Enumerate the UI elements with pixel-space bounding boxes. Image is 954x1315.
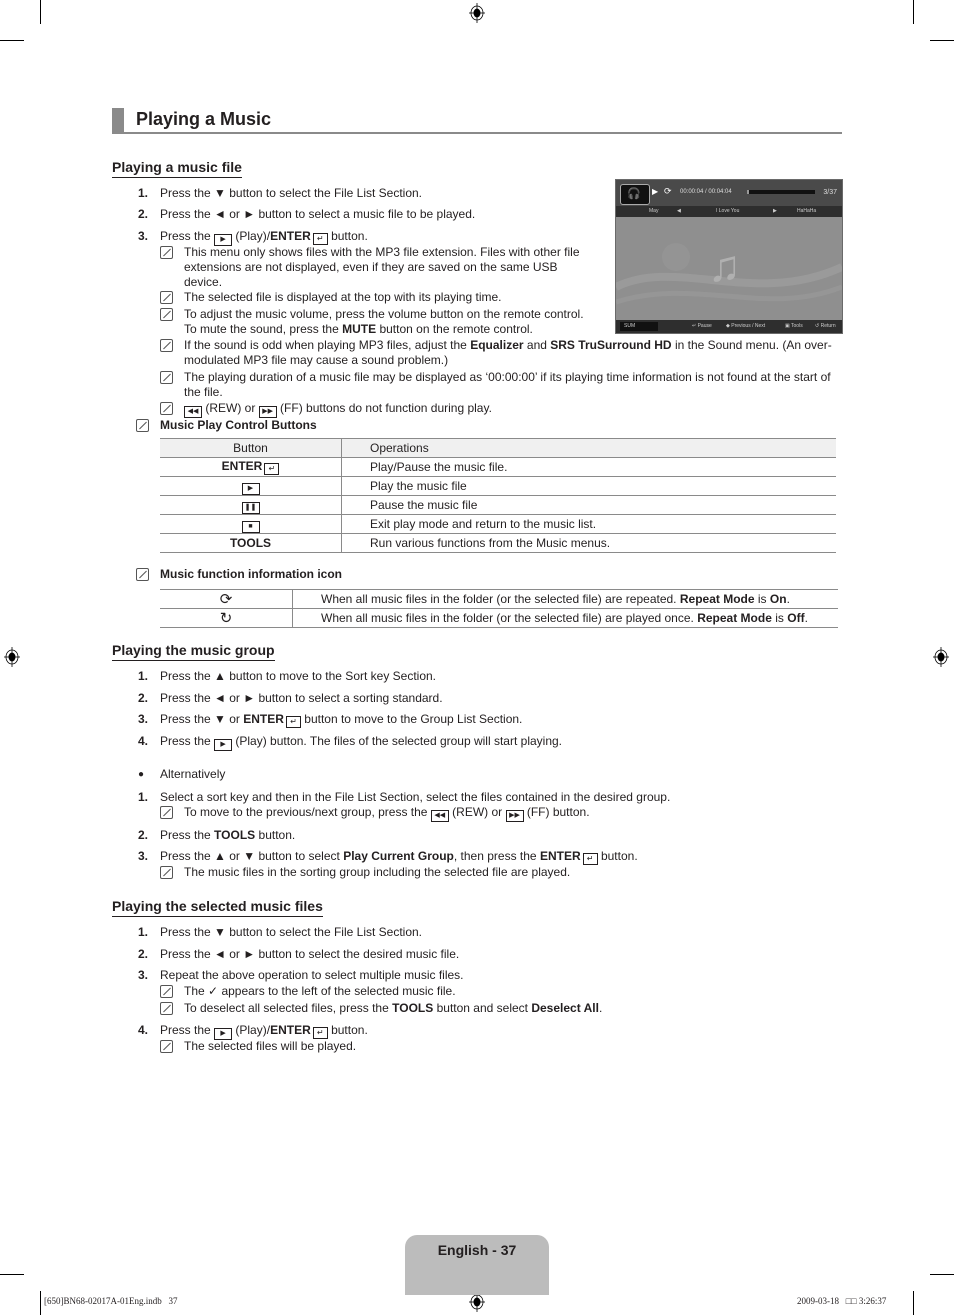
repeat-off-icon: ↻ (219, 610, 233, 627)
crop-mark (40, 1291, 41, 1315)
note-icon (136, 568, 149, 581)
bullet-icon: ● (138, 769, 145, 780)
enter-icon: ↵ (264, 463, 280, 475)
column-header-operations: Operations (341, 438, 836, 458)
current-track-label: I Love You (716, 208, 740, 214)
print-timestamp: 2009-03-18 □□ 3:26:37 (797, 1296, 887, 1306)
table-row: ❚❚ Pause the music file (160, 495, 836, 515)
checkmark-icon: ✓ (208, 984, 219, 998)
prev-track-label: May (649, 208, 659, 214)
note-icon (160, 985, 173, 998)
function-icons-table: ⟳ When all music files in the folder (or… (160, 589, 838, 628)
track-counter: 3/37 (823, 189, 837, 196)
tv-music-player-screenshot: 🎧 ▶ ⟳ 00:00:04 / 00:04:04 3/37 May ◀ I L… (615, 179, 843, 334)
device-label: SUM (620, 322, 658, 331)
table-row: ENTER ↵ Play/Pause the music file. (160, 457, 836, 477)
crop-mark (913, 0, 914, 24)
progress-bar (747, 190, 815, 194)
note-icon (136, 419, 149, 432)
track-nav-bar: May ◀ I Love You ▶ HaHaHa (616, 206, 842, 217)
title-marker (112, 108, 124, 132)
player-footer: SUM ↵ Pause ◆ Previous / Next ▣ Tools ↺ … (616, 320, 842, 333)
column-header-button: Button (160, 438, 342, 458)
stop-icon: ■ (241, 520, 260, 533)
crop-mark (930, 40, 954, 41)
prev-arrow-icon: ◀ (677, 208, 681, 214)
next-track-label: HaHaHa (797, 208, 817, 214)
player-header: 🎧 ▶ ⟳ 00:00:04 / 00:04:04 3/37 (616, 180, 842, 206)
playback-time: 00:00:04 / 00:04:04 (680, 189, 732, 195)
enter-icon: ↵ (312, 1027, 328, 1039)
enter-icon: ↵ (312, 233, 328, 245)
registration-mark-icon (4, 647, 20, 667)
table-row: TOOLS Run various functions from the Mus… (160, 533, 836, 553)
crop-mark (40, 0, 41, 24)
fast-forward-icon: ▶▶ (505, 810, 524, 822)
music-note-icon: ♫ (708, 242, 741, 291)
tools-control: Tools (791, 323, 803, 329)
section-heading-selected-files: Playing the selected music files (112, 898, 323, 917)
play-icon: ▶ (241, 482, 260, 495)
prev-next-control: Previous / Next (731, 323, 766, 329)
note-icon (160, 806, 173, 819)
progress-fill (747, 190, 750, 194)
crop-mark (0, 1274, 24, 1275)
crop-mark (930, 1274, 954, 1275)
repeat-on-icon: ⟳ (219, 591, 233, 608)
rewind-icon: ◀◀ (184, 406, 202, 418)
enter-icon: ↵ (285, 716, 301, 728)
note-icon (160, 291, 173, 304)
registration-mark-icon (469, 1292, 485, 1312)
table-row: ▶ Play the music file (160, 476, 836, 496)
crop-mark (913, 1291, 914, 1315)
registration-mark-icon (469, 3, 485, 23)
return-control: Return (820, 323, 836, 329)
note-icon (160, 1002, 173, 1015)
section-heading-music-file: Playing a music file (112, 159, 242, 178)
rewind-icon: ◀◀ (430, 810, 449, 822)
play-status-icon: ▶ (652, 187, 659, 196)
table-row: ⟳ When all music files in the folder (or… (160, 589, 838, 609)
control-buttons-table: Button Operations ENTER ↵ Play/Pause the … (160, 438, 836, 553)
page-number-tab: English - 37 (405, 1235, 549, 1295)
next-arrow-icon: ▶ (773, 208, 777, 214)
crop-mark (0, 40, 24, 41)
pause-icon: ❚❚ (241, 501, 260, 514)
note-icon (160, 402, 173, 415)
page-title: Playing a Music (136, 109, 272, 129)
album-thumbnail: 🎧 (620, 184, 650, 205)
play-button-icon: ▶ (214, 739, 233, 751)
section-heading-music-group: Playing the music group (112, 642, 275, 661)
note-icon (160, 866, 173, 879)
table-row: ↻ When all music files in the folder (or… (160, 608, 838, 628)
fast-forward-icon: ▶▶ (258, 406, 277, 418)
file-slug: [650]BN68-02017A-01Eng.indb 37 (44, 1296, 178, 1306)
registration-mark-icon (933, 647, 949, 667)
note-icon (160, 246, 173, 259)
table-header: Button Operations (160, 438, 836, 458)
note-icon (160, 339, 173, 352)
repeat-icon: ⟳ (664, 186, 672, 196)
note-icon (160, 308, 173, 321)
page-number: English - 37 (437, 1242, 517, 1258)
page-title-bar: Playing a Music (112, 108, 842, 134)
note-icon (160, 1040, 173, 1053)
pause-control: Pause (697, 323, 712, 329)
enter-icon: ↵ (582, 853, 598, 865)
note-icon (160, 371, 173, 384)
table-row: ■ Exit play mode and return to the music… (160, 514, 836, 534)
